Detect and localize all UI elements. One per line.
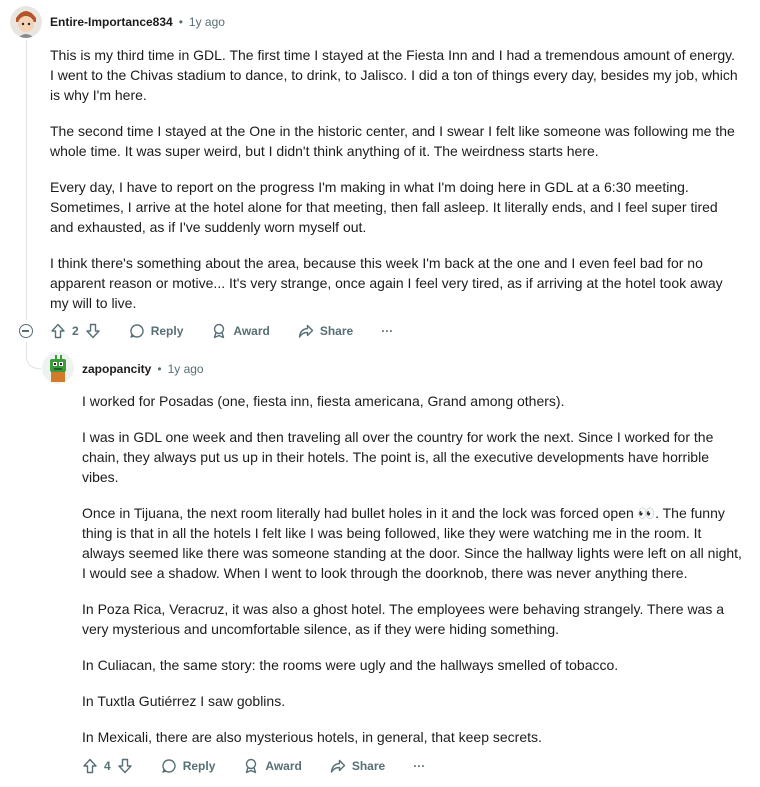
- award-icon: [246, 758, 257, 774]
- paragraph: In Poza Rica, Veracruz, it was also a gh…: [82, 601, 725, 637]
- avatar[interactable]: [10, 6, 42, 38]
- downvote-icon: [85, 323, 100, 339]
- reply-icon: [161, 759, 176, 773]
- share-icon: [330, 759, 346, 773]
- more-options-icon: ···: [381, 324, 394, 338]
- award-label: Award: [265, 759, 302, 773]
- award-icon: [214, 323, 225, 339]
- award-label: Award: [233, 324, 270, 338]
- vote-count: 4: [104, 759, 111, 773]
- user-avatar-icon: [10, 6, 42, 38]
- paragraph: In Tuxtla Gutiérrez I saw goblins.: [82, 693, 286, 709]
- reply-icon: [129, 324, 144, 338]
- reply-connector: [26, 342, 41, 369]
- paragraph: Once in Tijuana, the next room literally…: [82, 505, 742, 581]
- upvote-icon: [83, 758, 97, 774]
- paragraph: I worked for Posadas (one, fiesta inn, f…: [82, 393, 565, 409]
- reply-label: Reply: [182, 759, 216, 773]
- separator-dot: •: [178, 15, 183, 29]
- upvote-button[interactable]: [82, 758, 98, 774]
- paragraph: Every day, I have to report on the progr…: [50, 179, 718, 235]
- share-label: Share: [319, 324, 354, 338]
- avatar[interactable]: [42, 352, 74, 384]
- vote-group: 4: [82, 758, 133, 774]
- separator-dot: •: [157, 362, 162, 376]
- paragraph: In Culiacan, the same story: the rooms w…: [82, 657, 619, 673]
- comment-actions: 2 Reply Award Share ···: [50, 323, 421, 339]
- timestamp[interactable]: 1y ago: [168, 362, 204, 376]
- comment-body: This is my third time in GDL. The first …: [50, 45, 740, 329]
- comment-header: Entire-Importance834 • 1y ago: [50, 15, 225, 29]
- comment-body: I worked for Posadas (one, fiesta inn, f…: [82, 391, 742, 763]
- collapse-thread-button[interactable]: [19, 324, 33, 338]
- downvote-icon: [117, 758, 132, 774]
- thread-line[interactable]: [26, 40, 27, 320]
- more-options-icon: ···: [413, 759, 426, 773]
- paragraph: I think there's something about the area…: [50, 255, 723, 311]
- reply-button[interactable]: Reply: [161, 758, 216, 774]
- paragraph: I was in GDL one week and then traveling…: [82, 429, 714, 485]
- more-options-button[interactable]: ···: [381, 324, 393, 338]
- paragraph: This is my third time in GDL. The first …: [50, 47, 738, 103]
- comment-header: zapopancity • 1y ago: [82, 362, 204, 376]
- upvote-button[interactable]: [50, 323, 66, 339]
- timestamp[interactable]: 1y ago: [189, 15, 225, 29]
- share-icon: [298, 324, 314, 338]
- award-button[interactable]: Award: [211, 323, 270, 339]
- share-label: Share: [351, 759, 386, 773]
- share-button[interactable]: Share: [298, 323, 353, 339]
- user-avatar-icon: [42, 352, 74, 384]
- more-options-button[interactable]: ···: [413, 759, 425, 773]
- vote-count: 2: [72, 324, 79, 338]
- reply-button[interactable]: Reply: [129, 323, 184, 339]
- downvote-button[interactable]: [117, 758, 133, 774]
- share-button[interactable]: Share: [330, 758, 385, 774]
- reply-label: Reply: [150, 324, 184, 338]
- upvote-icon: [51, 323, 65, 339]
- author-name[interactable]: zapopancity: [82, 362, 151, 376]
- downvote-button[interactable]: [85, 323, 101, 339]
- author-name[interactable]: Entire-Importance834: [50, 15, 173, 29]
- vote-group: 2: [50, 323, 101, 339]
- paragraph: The second time I stayed at the One in t…: [50, 123, 735, 159]
- award-button[interactable]: Award: [243, 758, 302, 774]
- paragraph: In Mexicali, there are also mysterious h…: [82, 729, 542, 745]
- comment-actions: 4 Reply Award Share ···: [82, 758, 453, 774]
